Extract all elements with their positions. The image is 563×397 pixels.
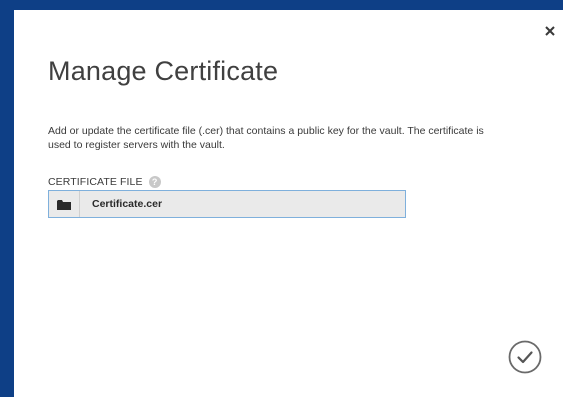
checkmark-icon <box>508 340 542 374</box>
dialog-description: Add or update the certificate file (.cer… <box>48 125 484 151</box>
manage-certificate-dialog: Manage Certificate Add or update the cer… <box>14 10 563 397</box>
dialog-title: Manage Certificate <box>48 56 279 86</box>
certificate-file-label: CERTIFICATE FILE <box>48 176 143 188</box>
ok-button[interactable] <box>508 340 542 374</box>
close-icon <box>545 26 555 36</box>
help-icon[interactable]: ? <box>148 176 161 188</box>
folder-icon <box>57 199 71 210</box>
certificate-file-name: Certificate.cer <box>92 198 163 210</box>
certificate-file-input[interactable]: Certificate.cer <box>48 190 406 218</box>
certificate-file-label-row: CERTIFICATE FILE ? <box>48 176 161 188</box>
browse-button[interactable] <box>49 191 80 217</box>
close-button[interactable] <box>543 24 557 38</box>
